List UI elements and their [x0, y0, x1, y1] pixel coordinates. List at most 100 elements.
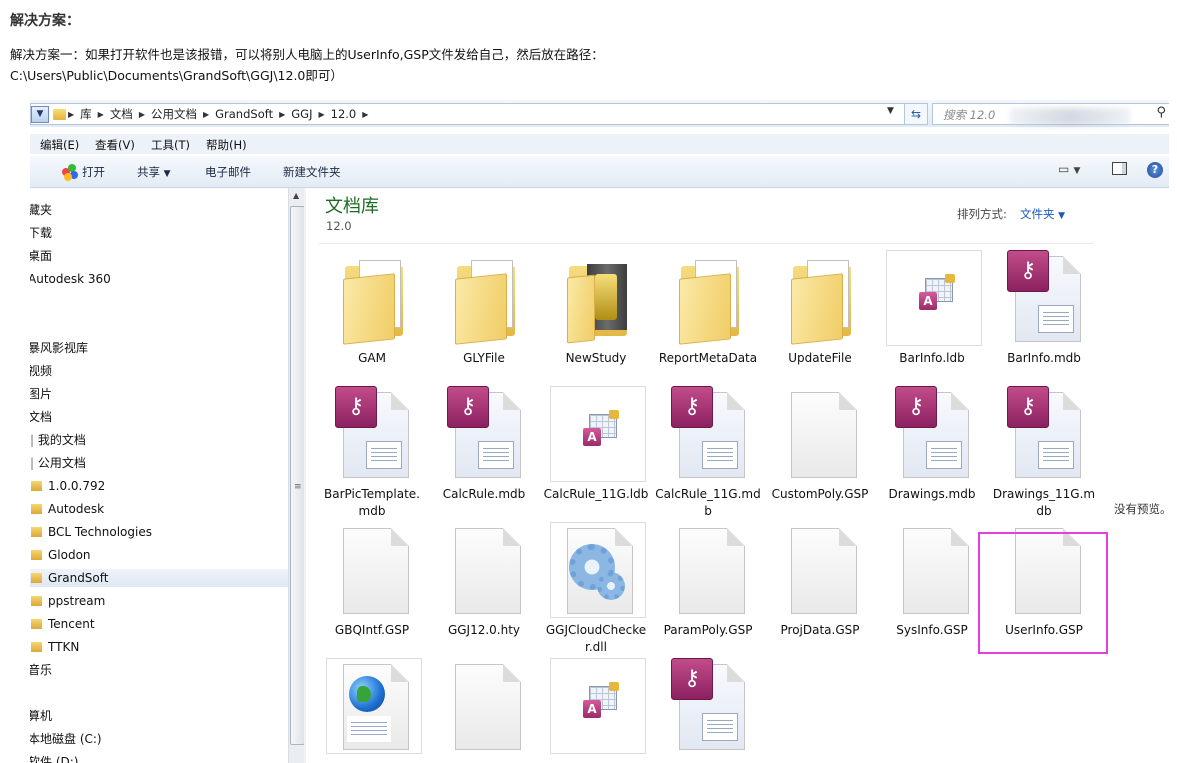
help-button[interactable]: ? — [1147, 162, 1163, 178]
view-icon: ▭ — [1058, 162, 1070, 176]
grip-icon: ≡ — [294, 482, 302, 492]
share-button[interactable]: 共享 ▼ — [137, 164, 171, 180]
chevron-right-icon[interactable]: ▶ — [98, 110, 104, 119]
scroll-up-icon[interactable]: ▲ — [293, 191, 299, 200]
search-icon[interactable]: ⚲ — [1156, 105, 1166, 120]
blurred-area — [1010, 108, 1130, 126]
nav-item-computer[interactable]: 算机 — [30, 707, 52, 725]
open-icon — [62, 164, 78, 181]
blank-file-icon — [447, 522, 523, 618]
folder-icon — [31, 619, 42, 629]
nav-item-music[interactable]: 音乐 — [30, 661, 52, 679]
nav-item-pictures[interactable]: 图片 — [30, 385, 52, 403]
chevron-down-icon[interactable]: ▼ — [887, 106, 894, 116]
view-options-button[interactable]: ▭ ▼ — [1058, 162, 1080, 177]
divider — [319, 243, 1094, 244]
nav-label: GrandSoft — [48, 571, 109, 585]
nav-item-folder[interactable]: TTKN — [30, 638, 79, 656]
refresh-button[interactable]: ⇆ — [904, 103, 928, 125]
nav-label: ppstream — [48, 594, 106, 608]
chevron-right-icon[interactable]: ▶ — [279, 110, 285, 119]
article-line-1: 解决方案一：如果打开软件也是该报错，可以将别人电脑上的UserInfo,GSP文… — [10, 47, 604, 62]
file-name: Drawings.mdb — [888, 487, 976, 501]
article-heading: 解决方案： — [10, 13, 80, 29]
nav-item-downloads[interactable]: 下载 — [30, 224, 52, 242]
menu-tools[interactable]: 工具(T) — [151, 137, 190, 153]
preview-pane-button[interactable] — [1112, 162, 1127, 179]
blank-file-icon — [447, 658, 523, 754]
access-db-icon: ⚷ — [447, 386, 523, 482]
nav-item-public-documents[interactable]: | 公用文档 — [30, 454, 86, 472]
open-label: 打开 — [82, 165, 105, 179]
nav-label: 公用文档 — [37, 456, 86, 470]
folder-icon — [447, 250, 523, 346]
address-bar[interactable]: ▼ ▶ 库 ▶ 文档 ▶ 公用文档 ▶ GrandSoft ▶ GGJ ▶ 12… — [30, 103, 905, 125]
menu-edit[interactable]: 编辑(E) — [40, 137, 79, 153]
nav-item-folder[interactable]: Autodesk — [30, 500, 104, 518]
nav-scrollbar[interactable]: ▲ ≡ — [288, 188, 305, 763]
file-name: NewStudy — [565, 351, 627, 365]
address-bar-row: ▼ ▶ 库 ▶ 文档 ▶ 公用文档 ▶ GrandSoft ▶ GGJ ▶ 12… — [30, 100, 1169, 127]
nav-item-baofeng[interactable]: 暴风影视库 — [30, 339, 88, 357]
nav-item-autodesk360[interactable]: Autodesk 360 — [30, 270, 111, 288]
breadcrumb-item[interactable]: 公用文档 — [151, 106, 197, 122]
nav-label: Tencent — [48, 617, 95, 631]
breadcrumb-item[interactable]: 文档 — [110, 106, 133, 122]
nav-item-documents[interactable]: 文档 — [30, 408, 52, 426]
file-name: BarInfo.ldb — [899, 351, 965, 365]
menu-view[interactable]: 查看(V) — [95, 137, 135, 153]
breadcrumb-item[interactable]: GrandSoft — [215, 107, 273, 121]
open-button[interactable]: 打开 — [62, 164, 105, 181]
command-bar: 打开 共享 ▼ 电子邮件 新建文件夹 ▭ ▼ ? — [30, 156, 1169, 188]
folder-icon — [31, 527, 42, 537]
library-icon — [53, 108, 66, 120]
nav-item-local-disk-c[interactable]: 本地磁盘 (C:) — [30, 730, 102, 748]
nav-label: 1.0.0.792 — [48, 479, 106, 493]
help-icon: ? — [1147, 162, 1163, 178]
file-name: ParamPoly.GSP — [663, 623, 753, 637]
breadcrumb-item[interactable]: 库 — [80, 106, 92, 122]
html-globe-icon — [335, 658, 411, 754]
chevron-right-icon[interactable]: ▶ — [139, 110, 145, 119]
nav-item-folder[interactable]: ppstream — [30, 592, 105, 610]
nav-item-folder[interactable]: BCL Technologies — [30, 523, 152, 541]
chevron-right-icon[interactable]: ▶ — [362, 110, 368, 119]
file-name: CustomPoly.GSP — [771, 487, 869, 501]
access-lock-icon: A — [895, 250, 971, 346]
nav-label: 我的文档 — [37, 433, 86, 447]
file-name: GGJCloudChecker.dll — [545, 623, 647, 654]
nav-item-grandsoft-selected[interactable]: GrandSoft — [30, 569, 288, 587]
chevron-right-icon[interactable]: ▶ — [318, 110, 324, 119]
nav-item-folder[interactable]: Glodon — [30, 546, 91, 564]
chevron-right-icon[interactable]: ▶ — [203, 110, 209, 119]
menu-bar: 编辑(E) 查看(V) 工具(T) 帮助(H) — [30, 134, 1169, 154]
chevron-right-icon[interactable]: ▶ — [68, 110, 74, 119]
email-button[interactable]: 电子邮件 — [205, 164, 251, 180]
blank-file-icon — [895, 522, 971, 618]
nav-item-desktop[interactable]: 桌面 — [30, 247, 52, 265]
breadcrumb-item[interactable]: 12.0 — [331, 107, 357, 121]
navigation-pane: 藏夹 下载 桌面 Autodesk 360 暴风影视库 视频 图片 文档 | 我… — [30, 188, 288, 763]
nav-item-favorites[interactable]: 藏夹 — [30, 201, 52, 219]
nav-item-my-documents[interactable]: | 我的文档 — [30, 431, 86, 449]
back-history-button[interactable]: ▼ — [31, 106, 49, 123]
folder-icon — [671, 250, 747, 346]
nav-item-videos[interactable]: 视频 — [30, 362, 52, 380]
scrollbar-thumb[interactable]: ≡ — [290, 206, 305, 745]
nav-item-disk-d[interactable]: 软件 (D:) — [30, 753, 78, 763]
access-db-icon: ⚷ — [895, 386, 971, 482]
access-db-icon: ⚷ — [335, 386, 411, 482]
file-name: CalcRule_11G.ldb — [543, 487, 649, 501]
folder-image-icon — [559, 250, 635, 346]
file-name: GLYFile — [463, 351, 505, 365]
share-label: 共享 — [137, 165, 160, 179]
new-folder-button[interactable]: 新建文件夹 — [283, 164, 341, 180]
menu-help[interactable]: 帮助(H) — [206, 137, 247, 153]
arrange-by-dropdown[interactable]: 文件夹 ▼ — [1020, 206, 1065, 222]
access-lock-icon: A — [559, 386, 635, 482]
nav-item-folder[interactable]: 1.0.0.792 — [30, 477, 105, 495]
nav-item-folder[interactable]: Tencent — [30, 615, 95, 633]
file-name: SysInfo.GSP — [896, 623, 968, 637]
pane-splitter[interactable] — [304, 188, 306, 763]
breadcrumb-item[interactable]: GGJ — [291, 107, 312, 121]
